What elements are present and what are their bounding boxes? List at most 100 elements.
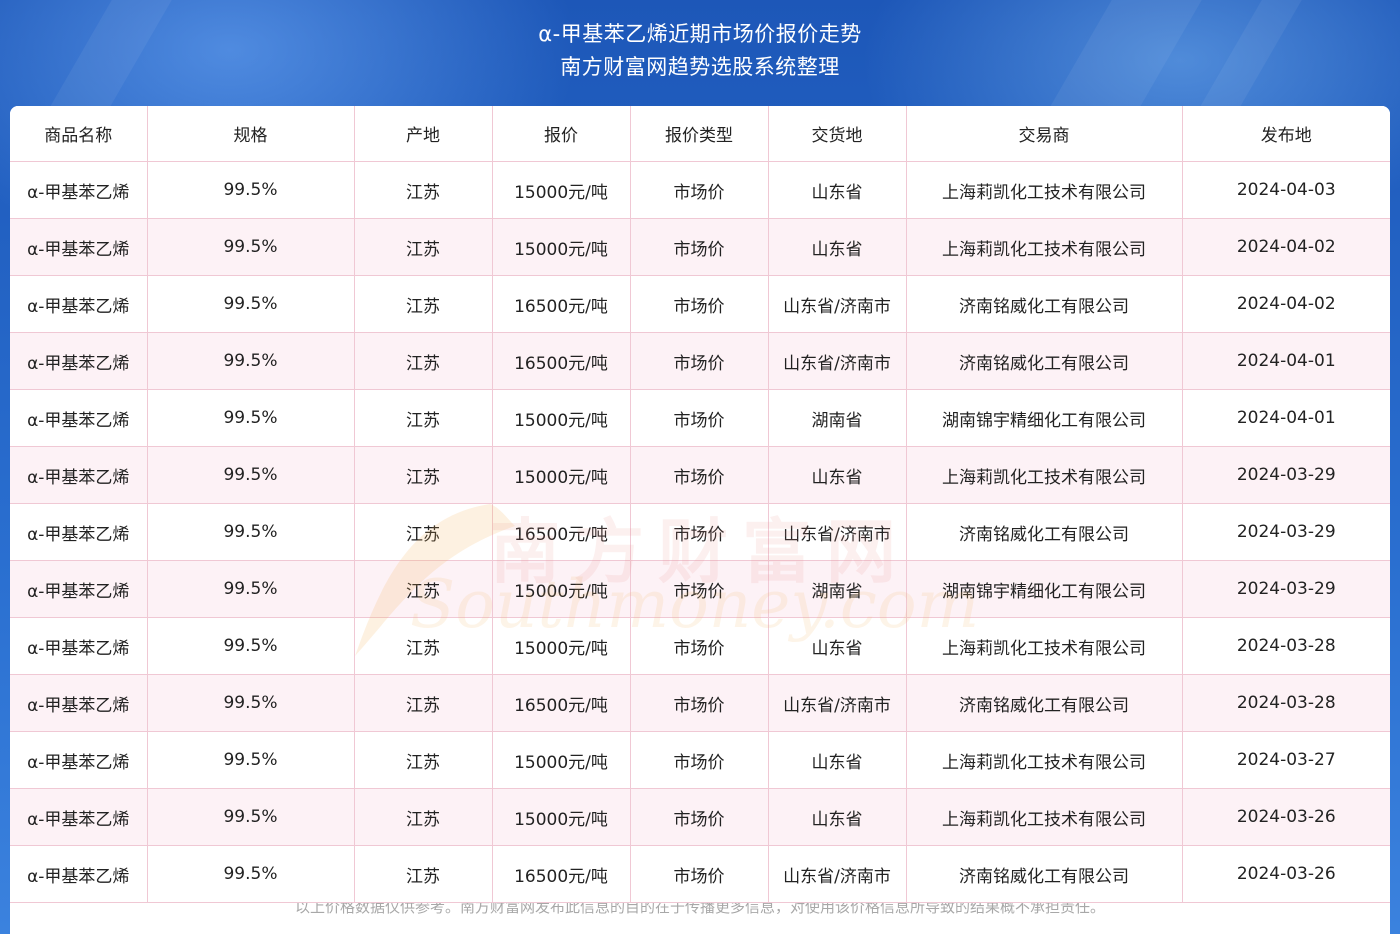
cell-origin: 江苏 <box>354 617 493 675</box>
cell-price: 16500元/吨 <box>492 503 631 561</box>
cell-price-type: 市场价 <box>630 788 769 846</box>
cell-publish-date: 2024-03-28 <box>1182 617 1390 675</box>
table-row: α-甲基苯乙烯 99.5% 江苏 16500元/吨 市场价 山东省/济南市 济南铭威化工有限… <box>10 845 1390 903</box>
page-subtitle: 南方财富网趋势选股系统整理 <box>560 55 840 79</box>
cell-trader: 上海莉凯化工技术有限公司 <box>906 617 1183 675</box>
table-row: α-甲基苯乙烯 99.5% 江苏 16500元/吨 市场价 山东省/济南市 济南铭威化工有限… <box>10 503 1390 561</box>
cell-publish-date: 2024-03-28 <box>1182 674 1390 732</box>
cell-price-type: 市场价 <box>630 617 769 675</box>
cell-delivery-place: 山东省/济南市 <box>768 332 907 390</box>
cell-spec: 99.5% <box>147 332 355 390</box>
cell-publish-date: 2024-04-01 <box>1182 389 1390 447</box>
table-header-row: 商品名称 规格 产地 报价 报价类型 交货地 交易商 发布地 <box>10 106 1390 162</box>
cell-product-name: α-甲基苯乙烯 <box>10 161 148 219</box>
cell-origin: 江苏 <box>354 731 493 789</box>
cell-delivery-place: 山东省 <box>768 218 907 276</box>
cell-publish-date: 2024-03-29 <box>1182 560 1390 618</box>
cell-product-name: α-甲基苯乙烯 <box>10 788 148 846</box>
cell-price-type: 市场价 <box>630 332 769 390</box>
cell-delivery-place: 山东省/济南市 <box>768 275 907 333</box>
cell-price: 15000元/吨 <box>492 788 631 846</box>
table-body: α-甲基苯乙烯 99.5% 江苏 15000元/吨 市场价 山东省 上海莉凯化工技术有限公司… <box>10 161 1390 903</box>
price-table: 商品名称 规格 产地 报价 报价类型 交货地 交易商 发布地 α-甲基苯乙烯 99… <box>10 106 1390 903</box>
cell-origin: 江苏 <box>354 218 493 276</box>
cell-trader: 上海莉凯化工技术有限公司 <box>906 446 1183 504</box>
cell-trader: 上海莉凯化工技术有限公司 <box>906 218 1183 276</box>
cell-price: 16500元/吨 <box>492 845 631 903</box>
cell-delivery-place: 山东省 <box>768 446 907 504</box>
cell-price: 15000元/吨 <box>492 389 631 447</box>
cell-origin: 江苏 <box>354 446 493 504</box>
cell-delivery-place: 山东省 <box>768 617 907 675</box>
cell-trader: 湖南锦宇精细化工有限公司 <box>906 389 1183 447</box>
cell-trader: 济南铭威化工有限公司 <box>906 503 1183 561</box>
table-row: α-甲基苯乙烯 99.5% 江苏 15000元/吨 市场价 山东省 上海莉凯化工技术有限公司… <box>10 617 1390 675</box>
column-header-delivery-place: 交货地 <box>768 106 907 162</box>
cell-delivery-place: 山东省/济南市 <box>768 845 907 903</box>
cell-spec: 99.5% <box>147 161 355 219</box>
cell-spec: 99.5% <box>147 446 355 504</box>
cell-price-type: 市场价 <box>630 275 769 333</box>
cell-origin: 江苏 <box>354 788 493 846</box>
table-row: α-甲基苯乙烯 99.5% 江苏 15000元/吨 市场价 山东省 上海莉凯化工技术有限公司… <box>10 731 1390 789</box>
cell-product-name: α-甲基苯乙烯 <box>10 503 148 561</box>
cell-price-type: 市场价 <box>630 389 769 447</box>
cell-publish-date: 2024-03-29 <box>1182 446 1390 504</box>
cell-trader: 济南铭威化工有限公司 <box>906 275 1183 333</box>
cell-spec: 99.5% <box>147 389 355 447</box>
table-row: α-甲基苯乙烯 99.5% 江苏 15000元/吨 市场价 山东省 上海莉凯化工技术有限公司… <box>10 161 1390 219</box>
cell-delivery-place: 山东省 <box>768 788 907 846</box>
price-table-panel: 商品名称 规格 产地 报价 报价类型 交货地 交易商 发布地 α-甲基苯乙烯 99… <box>10 106 1390 934</box>
cell-spec: 99.5% <box>147 788 355 846</box>
cell-price: 16500元/吨 <box>492 674 631 732</box>
cell-product-name: α-甲基苯乙烯 <box>10 446 148 504</box>
cell-spec: 99.5% <box>147 674 355 732</box>
cell-publish-date: 2024-04-01 <box>1182 332 1390 390</box>
cell-product-name: α-甲基苯乙烯 <box>10 332 148 390</box>
cell-publish-date: 2024-04-02 <box>1182 218 1390 276</box>
cell-product-name: α-甲基苯乙烯 <box>10 275 148 333</box>
cell-price-type: 市场价 <box>630 503 769 561</box>
cell-trader: 济南铭威化工有限公司 <box>906 332 1183 390</box>
cell-product-name: α-甲基苯乙烯 <box>10 389 148 447</box>
cell-price: 15000元/吨 <box>492 446 631 504</box>
column-header-price: 报价 <box>492 106 631 162</box>
cell-publish-date: 2024-03-27 <box>1182 731 1390 789</box>
cell-trader: 上海莉凯化工技术有限公司 <box>906 788 1183 846</box>
table-row: α-甲基苯乙烯 99.5% 江苏 16500元/吨 市场价 山东省/济南市 济南铭威化工有限… <box>10 674 1390 732</box>
cell-origin: 江苏 <box>354 389 493 447</box>
column-header-price-type: 报价类型 <box>630 106 769 162</box>
cell-spec: 99.5% <box>147 731 355 789</box>
cell-product-name: α-甲基苯乙烯 <box>10 674 148 732</box>
cell-origin: 江苏 <box>354 161 493 219</box>
cell-spec: 99.5% <box>147 275 355 333</box>
column-header-trader: 交易商 <box>906 106 1183 162</box>
cell-trader: 湖南锦宇精细化工有限公司 <box>906 560 1183 618</box>
cell-trader: 济南铭威化工有限公司 <box>906 674 1183 732</box>
cell-price: 15000元/吨 <box>492 161 631 219</box>
cell-publish-date: 2024-03-26 <box>1182 788 1390 846</box>
cell-delivery-place: 湖南省 <box>768 560 907 618</box>
page-header: α-甲基苯乙烯近期市场价报价走势 南方财富网趋势选股系统整理 <box>0 18 1400 84</box>
cell-price-type: 市场价 <box>630 845 769 903</box>
cell-product-name: α-甲基苯乙烯 <box>10 560 148 618</box>
cell-price: 16500元/吨 <box>492 275 631 333</box>
cell-origin: 江苏 <box>354 560 493 618</box>
cell-price: 15000元/吨 <box>492 218 631 276</box>
cell-price-type: 市场价 <box>630 161 769 219</box>
cell-origin: 江苏 <box>354 845 493 903</box>
cell-trader: 济南铭威化工有限公司 <box>906 845 1183 903</box>
cell-delivery-place: 山东省/济南市 <box>768 503 907 561</box>
table-row: α-甲基苯乙烯 99.5% 江苏 16500元/吨 市场价 山东省/济南市 济南铭威化工有限… <box>10 275 1390 333</box>
cell-origin: 江苏 <box>354 503 493 561</box>
cell-spec: 99.5% <box>147 503 355 561</box>
cell-delivery-place: 山东省/济南市 <box>768 674 907 732</box>
cell-spec: 99.5% <box>147 845 355 903</box>
cell-price: 15000元/吨 <box>492 731 631 789</box>
cell-price-type: 市场价 <box>630 731 769 789</box>
cell-price: 16500元/吨 <box>492 332 631 390</box>
cell-publish-date: 2024-04-02 <box>1182 275 1390 333</box>
table-row: α-甲基苯乙烯 99.5% 江苏 15000元/吨 市场价 山东省 上海莉凯化工技术有限公司… <box>10 218 1390 276</box>
cell-price-type: 市场价 <box>630 218 769 276</box>
cell-price: 15000元/吨 <box>492 617 631 675</box>
